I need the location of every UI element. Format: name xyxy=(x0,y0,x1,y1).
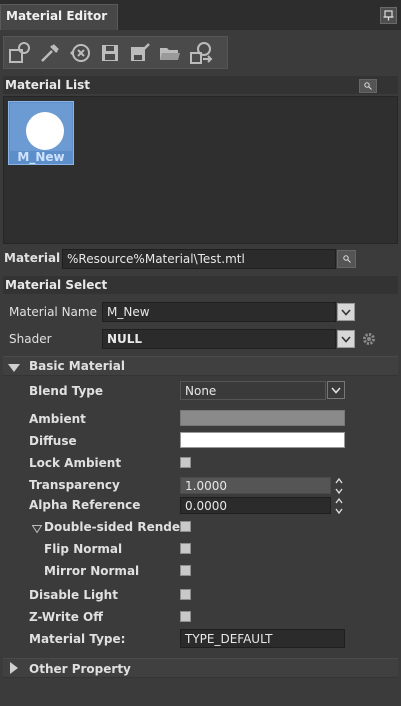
blend-type-select[interactable]: None xyxy=(180,381,326,400)
window-title: Material Editor xyxy=(6,9,108,23)
new-material-icon[interactable] xyxy=(6,39,34,67)
blend-type-label: Blend Type xyxy=(29,384,104,398)
alpha-reference-label: Alpha Reference xyxy=(29,498,141,512)
diffuse-color-swatch[interactable] xyxy=(180,432,345,448)
save-icon[interactable] xyxy=(96,39,124,67)
z-write-off-checkbox[interactable] xyxy=(180,611,191,622)
material-name-label: Material Name xyxy=(9,305,97,319)
diffuse-label: Diffuse xyxy=(29,434,77,448)
save-as-icon[interactable] xyxy=(126,39,154,67)
ambient-label: Ambient xyxy=(29,412,86,426)
gear-icon[interactable] xyxy=(361,331,377,347)
pin-icon[interactable] xyxy=(380,7,397,24)
alpha-reference-spinner[interactable] xyxy=(334,497,344,515)
open-folder-icon[interactable] xyxy=(156,39,184,67)
material-type-value: TYPE_DEFAULT xyxy=(180,629,345,648)
double-sided-label: Double-sided Render xyxy=(44,520,186,534)
material-file-field[interactable]: %Resource%Material\Test.mtl xyxy=(62,249,336,269)
shader-label: Shader xyxy=(9,332,52,346)
chevron-down-icon[interactable] xyxy=(337,330,355,348)
material-name-select[interactable]: M_New xyxy=(102,302,336,322)
shader-select[interactable]: NULL xyxy=(102,329,336,349)
material-preview-sphere xyxy=(26,112,64,150)
assign-material-icon[interactable] xyxy=(188,39,216,67)
chevron-down-icon[interactable] xyxy=(337,303,355,321)
list-item-label: M_New xyxy=(17,150,65,164)
expand-right-triangle-icon[interactable] xyxy=(10,662,18,674)
disable-light-checkbox[interactable] xyxy=(180,589,191,600)
material-select-title: Material Select xyxy=(5,278,108,292)
disable-light-label: Disable Light xyxy=(29,588,118,602)
material-type-label: Material Type: xyxy=(29,632,126,646)
material-list-title: Material List xyxy=(5,78,90,92)
collapse-triangle-icon[interactable] xyxy=(31,522,43,534)
transparency-field[interactable]: 1.0000 xyxy=(180,477,331,494)
mirror-normal-checkbox[interactable] xyxy=(180,565,191,576)
file-browse-icon[interactable] xyxy=(337,250,356,268)
list-search-icon[interactable] xyxy=(359,79,377,93)
flip-normal-checkbox[interactable] xyxy=(180,543,191,554)
transparency-spinner[interactable] xyxy=(334,477,344,495)
z-write-off-label: Z-Write Off xyxy=(29,610,103,624)
basic-material-title: Basic Material xyxy=(29,359,125,373)
double-sided-checkbox[interactable] xyxy=(180,521,191,532)
material-select-header: Material Select xyxy=(3,276,398,294)
material-list-header: Material List xyxy=(3,76,398,94)
transparency-label: Transparency xyxy=(29,478,120,492)
mirror-normal-label: Mirror Normal xyxy=(44,564,140,578)
lock-ambient-checkbox[interactable] xyxy=(180,457,191,468)
eyedropper-icon[interactable] xyxy=(36,39,64,67)
ambient-color-swatch[interactable] xyxy=(180,410,345,426)
alpha-reference-field[interactable]: 0.0000 xyxy=(180,497,331,514)
flip-normal-label: Flip Normal xyxy=(44,542,123,556)
chevron-down-icon[interactable] xyxy=(327,381,345,399)
toolbar xyxy=(3,36,228,69)
expand-triangle-icon[interactable] xyxy=(8,362,20,372)
other-property-title: Other Property xyxy=(29,662,131,676)
reset-icon[interactable] xyxy=(66,39,94,67)
window-title-tab[interactable]: Material Editor xyxy=(0,4,118,30)
lock-ambient-label: Lock Ambient xyxy=(29,456,122,470)
